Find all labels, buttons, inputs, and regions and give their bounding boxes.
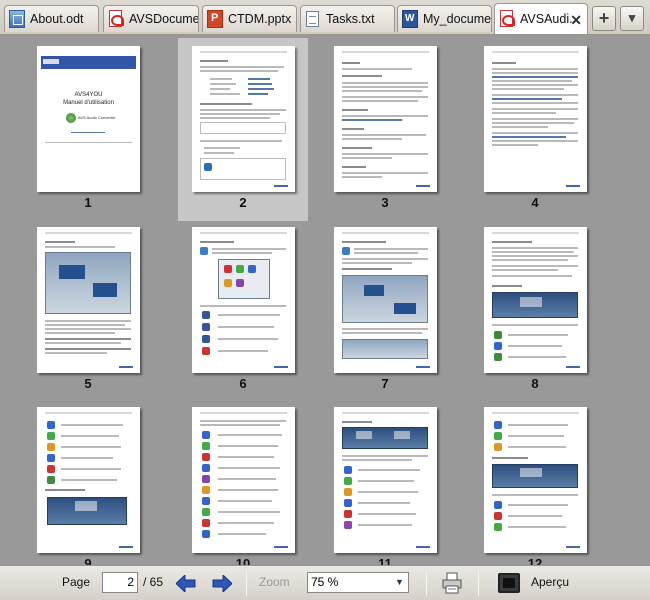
page-thumbnail-6[interactable]: 6	[178, 219, 308, 402]
page-number: 8	[531, 376, 539, 391]
page-preview	[334, 227, 437, 373]
close-icon[interactable]: ✕	[570, 12, 582, 29]
pptx-file-icon	[207, 10, 223, 28]
preview-icon[interactable]	[498, 573, 520, 593]
page-number-input[interactable]: 2	[102, 572, 138, 593]
page-thumbnail-2[interactable]: 2	[178, 38, 308, 221]
page-thumbnail-7[interactable]: 7	[320, 219, 450, 402]
page-preview	[484, 227, 587, 373]
chevron-down-icon: ▼	[395, 577, 404, 587]
cover-title: AVS4YOU	[74, 92, 103, 98]
page-thumbnail-4[interactable]: 4	[470, 38, 600, 221]
page-thumbnail-12[interactable]: 12	[470, 399, 600, 565]
printer-icon	[442, 572, 462, 594]
tab-about-odt[interactable]: About.odt	[4, 5, 99, 32]
page-number: 11	[378, 556, 392, 565]
page-preview	[192, 46, 295, 192]
page-thumbnail-10[interactable]: 10	[178, 399, 308, 565]
page-preview	[37, 407, 140, 553]
page-label: Page	[62, 575, 91, 589]
docx-file-icon	[402, 10, 418, 28]
tab-label: CTDM.pptx	[228, 12, 292, 26]
tab-menu-button[interactable]: ▾	[620, 6, 644, 31]
page-number: 1	[84, 195, 92, 210]
page-preview	[192, 227, 295, 373]
pdf-file-icon	[108, 10, 124, 28]
new-tab-button[interactable]: +	[592, 6, 616, 31]
page-preview	[484, 407, 587, 553]
plus-icon: +	[598, 8, 610, 28]
page-number: 2	[239, 195, 247, 210]
tab-label: About.odt	[30, 12, 84, 26]
page-thumbnail-8[interactable]: 8	[470, 219, 600, 402]
chevron-down-icon: ▾	[628, 10, 636, 25]
bottom-toolbar: Page 2 / 65 Zoom 75 % ▼ Aperçu	[0, 565, 650, 600]
page-number: 3	[381, 195, 389, 210]
page-number: 5	[84, 376, 92, 391]
tab-bar: About.odt AVSDocume... CTDM.pptx Tasks.t…	[0, 0, 650, 35]
page-number: 12	[527, 556, 543, 565]
cover-subtitle: Manuel d'utilisation	[63, 100, 114, 106]
preview-label[interactable]: Aperçu	[531, 575, 569, 589]
page-thumbnail-11[interactable]: 11	[320, 399, 450, 565]
tab-label: AVSDocume...	[129, 12, 199, 26]
odt-file-icon	[9, 10, 25, 28]
tab-avs-document-pdf[interactable]: AVSDocume...	[103, 5, 199, 32]
cover-product: AVS Audio Converter	[78, 115, 116, 120]
zoom-label: Zoom	[259, 575, 290, 589]
page-thumbnail-9[interactable]: 9	[23, 399, 153, 565]
page-preview	[334, 46, 437, 192]
tab-avs-audio-pdf[interactable]: AVSAudi... ✕	[494, 3, 588, 34]
pdf-file-icon	[499, 10, 515, 28]
page-thumbnail-1[interactable]: AVS4YOU Manuel d'utilisation AVS Audio C…	[23, 38, 153, 221]
total-pages: / 65	[143, 575, 164, 589]
page-number: 10	[235, 556, 251, 565]
tab-label: My_docume...	[423, 12, 492, 26]
toolbar-separator	[426, 571, 427, 596]
previous-page-button[interactable]	[176, 575, 196, 592]
page-number: 4	[531, 195, 539, 210]
zoom-value: 75 %	[311, 575, 339, 589]
next-page-button[interactable]	[212, 575, 232, 592]
arrow-left-icon	[176, 575, 196, 592]
page-thumbnails-panel: AVS4YOU Manuel d'utilisation AVS Audio C…	[0, 35, 650, 565]
txt-file-icon	[305, 10, 321, 28]
print-button[interactable]	[442, 572, 462, 594]
page-preview	[334, 407, 437, 553]
page-preview	[37, 227, 140, 373]
page-thumbnail-5[interactable]: 5	[23, 219, 153, 402]
toolbar-separator	[478, 571, 479, 596]
page-number: 6	[239, 376, 247, 391]
page-preview	[484, 46, 587, 192]
tab-my-document-docx[interactable]: My_docume...	[397, 5, 492, 32]
zoom-select[interactable]: 75 % ▼	[307, 572, 409, 593]
tab-tasks-txt[interactable]: Tasks.txt	[300, 5, 395, 32]
tab-ctdm-pptx[interactable]: CTDM.pptx	[202, 5, 297, 32]
page-thumbnail-3[interactable]: 3	[320, 38, 450, 221]
page-preview: AVS4YOU Manuel d'utilisation AVS Audio C…	[37, 46, 140, 192]
page-number: 9	[84, 556, 92, 565]
page-number: 7	[381, 376, 389, 391]
tab-label: Tasks.txt	[326, 12, 375, 26]
page-preview	[192, 407, 295, 553]
arrow-right-icon	[212, 575, 232, 592]
toolbar-separator	[246, 571, 247, 596]
